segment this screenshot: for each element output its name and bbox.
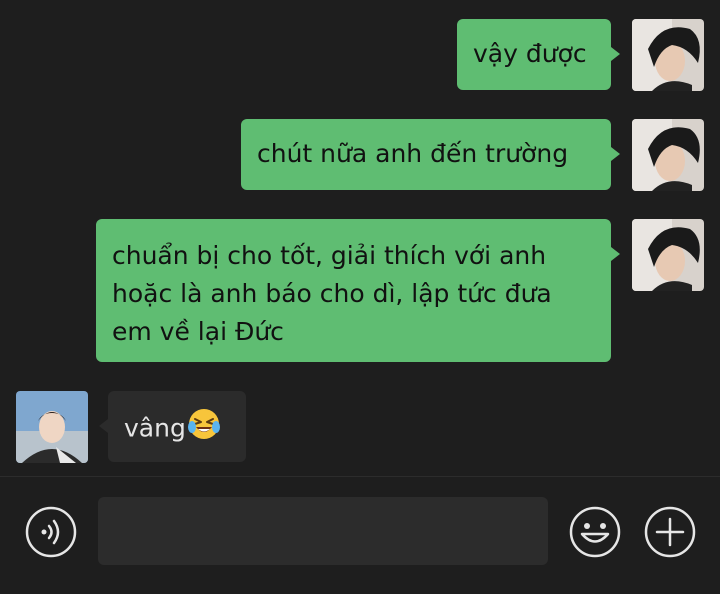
avatar-self[interactable] — [632, 119, 704, 191]
plus-icon[interactable] — [643, 505, 697, 563]
smiley-icon[interactable] — [568, 505, 622, 563]
message-line: hoặc là anh báo cho dì, lập tức đưa — [112, 279, 552, 308]
message-bubble[interactable]: vậy được — [457, 19, 611, 90]
message-text: vậy được — [473, 39, 587, 68]
message-line: em về lại Đức — [112, 317, 284, 346]
laughing-crying-face-icon — [187, 407, 221, 452]
message-bubble[interactable]: chuẩn bị cho tốt, giải thích với anh hoặ… — [96, 219, 611, 362]
message-line: chuẩn bị cho tốt, giải thích với anh — [112, 241, 547, 270]
avatar-self[interactable] — [632, 19, 704, 91]
message-bubble[interactable]: vâng — [108, 391, 246, 462]
message-text: vâng — [124, 413, 186, 443]
voice-icon[interactable] — [25, 506, 77, 562]
avatar-self[interactable] — [632, 219, 704, 291]
avatar-contact[interactable] — [16, 391, 88, 463]
message-bubble[interactable]: chút nữa anh đến trường — [241, 119, 611, 190]
message-text: chút nữa anh đến trường — [257, 139, 569, 168]
message-input[interactable] — [98, 497, 548, 565]
